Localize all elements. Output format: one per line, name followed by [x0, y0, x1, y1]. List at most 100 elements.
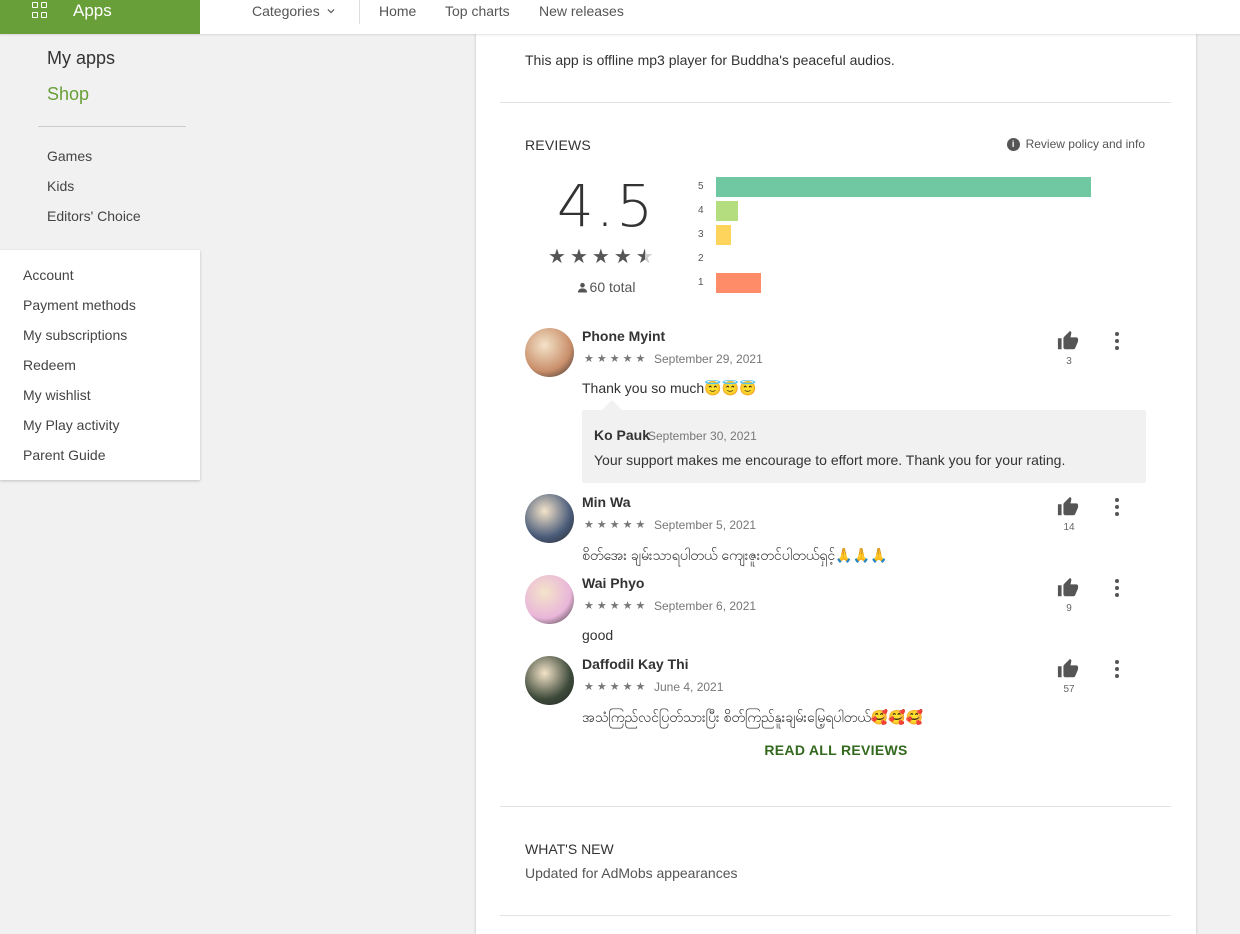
person-icon: [577, 282, 587, 293]
apps-grid-icon: [32, 2, 48, 18]
histogram-label: 2: [698, 253, 704, 264]
star-icon: ★: [635, 681, 646, 693]
reviewer-name: Wai Phyo: [582, 575, 645, 591]
star-half-icon: ★: [635, 246, 654, 268]
reply-text: Your support makes me encourage to effor…: [594, 452, 1066, 468]
categories-dropdown[interactable]: Categories: [252, 3, 338, 19]
star-icon: ★: [622, 600, 633, 612]
helpful-count: 9: [1066, 603, 1072, 614]
sidebar-item-my-play-activity[interactable]: My Play activity: [23, 417, 119, 433]
histogram-bar: [716, 201, 738, 221]
apps-tab[interactable]: Apps: [0, 0, 200, 34]
sidebar-item-my-apps[interactable]: My apps: [47, 48, 115, 69]
section-divider: [500, 102, 1171, 103]
developer-reply: Ko Pauk September 30, 2021 Your support ma…: [582, 400, 1146, 483]
sidebar-item-account[interactable]: Account: [23, 267, 74, 283]
sidebar-item-parent-guide[interactable]: Parent Guide: [23, 447, 106, 463]
histogram-label: 5: [698, 181, 704, 192]
star-icon: ★: [569, 246, 588, 268]
avatar: [525, 494, 574, 543]
sidebar-divider: [38, 126, 186, 127]
star-icon: ★: [622, 681, 633, 693]
top-bar: Apps Categories Home Top charts New rele…: [0, 0, 1240, 34]
star-icon: ★: [635, 519, 646, 531]
sidebar-item-payment-methods[interactable]: Payment methods: [23, 297, 136, 313]
sidebar-item-shop[interactable]: Shop: [47, 84, 89, 105]
sidebar-item-editors-choice[interactable]: Editors' Choice: [47, 208, 141, 224]
read-all-reviews-button[interactable]: READ ALL REVIEWS: [476, 742, 1196, 758]
review-stars: ★ ★ ★ ★ ★: [584, 680, 645, 693]
sidebar-item-redeem[interactable]: Redeem: [23, 357, 76, 373]
reviewer-name: Daffodil Kay Thi: [582, 656, 689, 672]
thumbs-up-icon[interactable]: [1056, 577, 1082, 599]
star-icon: ★: [635, 353, 646, 365]
review-policy-link[interactable]: i Review policy and info: [1006, 137, 1145, 151]
star-icon: ★: [609, 519, 620, 531]
review-text: Thank you so much😇😇😇: [582, 380, 757, 396]
review-date: September 6, 2021: [654, 599, 757, 613]
more-options-icon[interactable]: [1113, 498, 1121, 516]
review-text: good: [582, 627, 614, 643]
thumbs-up-icon[interactable]: [1056, 658, 1082, 680]
star-icon: ★: [584, 519, 594, 531]
info-icon: i: [1006, 137, 1020, 151]
section-divider: [500, 806, 1171, 807]
star-icon: ★: [584, 681, 594, 693]
review-item: Phone Myint ★ ★ ★ ★ ★ September 29, 2021 Thank …: [525, 328, 1147, 483]
sidebar-nav: My apps Shop Games Kids Editors' Choice: [0, 34, 200, 250]
chevron-down-icon: [327, 9, 335, 14]
star-icon: ★: [584, 353, 594, 365]
histogram-label: 3: [698, 229, 704, 240]
section-divider: [500, 915, 1171, 916]
review-stars: ★ ★ ★ ★ ★: [584, 352, 645, 365]
nav-new-releases[interactable]: New releases: [539, 3, 624, 19]
whats-new-text: Updated for AdMobs appearances: [525, 865, 738, 881]
apps-label: Apps: [73, 1, 112, 20]
reviewer-name: Phone Myint: [582, 328, 666, 344]
more-options-icon[interactable]: [1113, 660, 1121, 678]
review-stars: ★ ★ ★ ★ ★: [584, 599, 645, 612]
star-icon: ★: [548, 246, 566, 268]
sidebar-item-my-wishlist[interactable]: My wishlist: [23, 387, 91, 403]
star-icon: ★: [635, 600, 646, 612]
app-details-card: This app is offline mp3 player for Buddh…: [476, 0, 1196, 934]
review-policy-label: Review policy and info: [1025, 137, 1145, 151]
app-description: This app is offline mp3 player for Buddh…: [525, 52, 895, 68]
star-icon: ★: [609, 600, 620, 612]
nav-home[interactable]: Home: [379, 3, 416, 19]
rating-total-label: 60 total: [589, 279, 636, 295]
sidebar-item-kids[interactable]: Kids: [47, 178, 74, 194]
star-icon: ★: [596, 519, 607, 531]
sidebar-item-games[interactable]: Games: [47, 148, 92, 164]
histogram-label: 4: [698, 205, 704, 216]
review-text: အသံကြည်လင်ပြတ်သားပြီး စိတ်ကြည်နူးချမ်းမြ…: [582, 709, 924, 725]
star-icon: ★: [584, 600, 594, 612]
star-icon: ★: [591, 246, 610, 268]
thumbs-up-icon[interactable]: [1056, 496, 1082, 518]
histogram-bar: [716, 225, 731, 245]
histogram-bar: [716, 273, 761, 293]
more-options-icon[interactable]: [1113, 579, 1121, 597]
whats-new-heading: WHAT'S NEW: [525, 841, 614, 857]
average-rating: 4.5: [556, 172, 656, 240]
star-icon: ★: [613, 246, 632, 268]
histogram-bar: [716, 177, 1091, 197]
sidebar-item-my-subscriptions[interactable]: My subscriptions: [23, 327, 127, 343]
review-date: September 5, 2021: [654, 518, 757, 532]
review-stars: ★ ★ ★ ★ ★: [584, 518, 645, 531]
thumbs-up-icon[interactable]: [1056, 330, 1082, 352]
review-date: September 29, 2021: [654, 352, 763, 366]
reply-author: Ko Pauk: [594, 427, 651, 443]
review-text: စိတ်အေး ချမ်းသာရပါတယ် ကျေးဇူးတင်ပါတယ်ရှင…: [582, 547, 888, 563]
reply-date: September 30, 2021: [648, 429, 757, 443]
more-options-icon[interactable]: [1113, 332, 1121, 350]
histogram-label: 1: [698, 277, 704, 288]
reviews-heading: REVIEWS: [525, 137, 591, 153]
star-icon: ★: [622, 353, 633, 365]
avatar: [525, 328, 574, 377]
nav-divider: [359, 0, 360, 24]
helpful-count: 3: [1066, 356, 1072, 367]
helpful-count: 57: [1063, 684, 1075, 695]
star-icon: ★: [596, 600, 607, 612]
nav-top-charts[interactable]: Top charts: [445, 3, 510, 19]
